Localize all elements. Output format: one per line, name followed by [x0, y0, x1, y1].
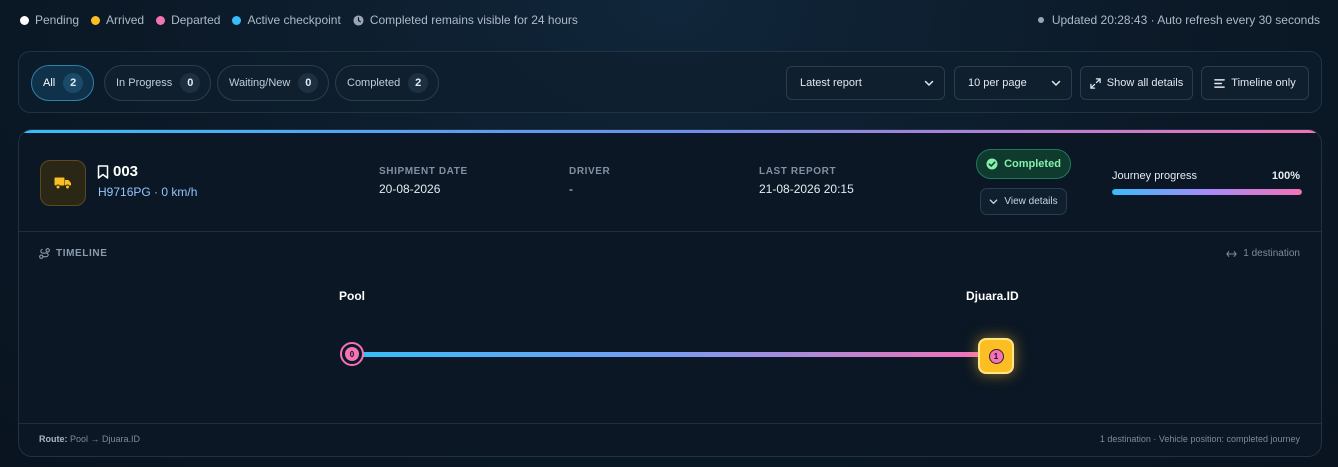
chevron-down-icon [990, 199, 998, 205]
vehicle-avatar [40, 160, 86, 206]
stop-label-destination: Djuara.ID [966, 289, 1019, 303]
shipment-date-value: 20-08-2026 [379, 182, 441, 196]
sort-select-value: Latest report [800, 77, 862, 89]
update-status: Updated 20:28:43 · Auto refresh every 30… [1037, 13, 1320, 27]
timeline-header: TIMELINE [39, 248, 107, 259]
journey-progress-bar [1112, 189, 1302, 195]
filter-tab-label: In Progress [116, 77, 173, 89]
vehicle-plate-speed: H9716PG · 0 km/h [98, 185, 198, 199]
per-page-select-value: 10 per page [968, 77, 1027, 89]
filter-tab-waiting-new[interactable]: Waiting/New 0 [217, 65, 330, 101]
journey-progress-percent: 100% [1271, 170, 1300, 182]
timeline-only-label: Timeline only [1231, 77, 1296, 89]
destination-count-text: 1 destination [1243, 248, 1300, 259]
update-dot-icon [1037, 17, 1044, 23]
legend-pending: Pending [20, 13, 79, 27]
vehicle-position-summary: 1 destination · Vehicle position: comple… [1099, 434, 1300, 444]
arrows-horizontal-icon [1226, 250, 1238, 257]
shipment-card: 003 H9716PG · 0 km/h SHIPMENT DATE 20-08… [18, 129, 1322, 457]
filter-bar: All 2 In Progress 0 Waiting/New 0 Comple… [18, 51, 1322, 113]
filter-tab-count: 2 [63, 73, 84, 93]
filter-tab-label: Waiting/New [229, 77, 291, 89]
last-report-value: 21-08-2026 20:15 [759, 182, 854, 196]
route-icon [39, 248, 50, 259]
stop-node-index: 0 [345, 347, 359, 361]
filter-tab-in-progress[interactable]: In Progress 0 [104, 65, 212, 101]
destination-count: 1 destination [1226, 248, 1300, 259]
card-divider [19, 231, 1321, 232]
check-circle-icon [986, 158, 998, 170]
legend-departed: Departed [156, 13, 220, 27]
driver-label: DRIVER [569, 166, 611, 177]
active-checkpoint-dot-icon [232, 15, 242, 25]
legend-note: Completed remains visible for 24 hours [353, 13, 578, 27]
bookmark-icon [97, 164, 109, 179]
chevron-down-icon [924, 80, 934, 87]
per-page-select[interactable]: 10 per page [954, 66, 1072, 100]
filter-tab-label: Completed [347, 77, 401, 89]
route-summary-value: Pool → Djuara.ID [70, 434, 141, 444]
shipment-date-label: SHIPMENT DATE [379, 166, 468, 177]
timeline-only-button[interactable]: Timeline only [1201, 66, 1309, 100]
clock-icon [353, 14, 364, 26]
stop-node-index: 1 [988, 348, 1004, 364]
show-all-details-label: Show all details [1106, 77, 1184, 89]
legend-label: Arrived [106, 13, 145, 27]
filter-tab-count: 0 [180, 73, 201, 93]
route-line [356, 352, 986, 357]
stop-label-origin: Pool [339, 289, 365, 303]
legend-label: Pending [35, 13, 80, 27]
timeline-title: TIMELINE [56, 248, 108, 259]
last-report-label: LAST REPORT [759, 166, 837, 177]
route-summary-label: Route: [39, 434, 68, 444]
stop-node-origin[interactable]: 0 [340, 342, 364, 366]
driver-value: - [569, 182, 573, 196]
filter-tab-all[interactable]: All 2 [31, 65, 95, 101]
filter-tab-count: 0 [298, 73, 319, 93]
chevron-down-icon [1051, 80, 1061, 87]
legend-arrived: Arrived [91, 13, 144, 27]
update-status-text: Updated 20:28:43 · Auto refresh every 30… [1051, 13, 1320, 27]
filter-tab-completed[interactable]: Completed 2 [335, 65, 440, 101]
filter-tab-count: 2 [408, 73, 429, 93]
expand-icon [1090, 77, 1101, 89]
card-footer-divider [19, 423, 1321, 424]
legend-label: Active checkpoint [247, 13, 341, 27]
legend-label: Departed [171, 13, 221, 27]
departed-dot-icon [156, 15, 166, 25]
truck-icon [54, 177, 71, 190]
list-icon [1214, 78, 1226, 88]
sort-select[interactable]: Latest report [786, 66, 945, 100]
vehicle-id: 003 [97, 163, 138, 180]
status-badge: Completed [976, 149, 1071, 179]
stop-node-destination[interactable]: 1 [978, 338, 1014, 374]
show-all-details-button[interactable]: Show all details [1080, 66, 1193, 100]
journey-progress-fill [1112, 189, 1302, 195]
arrived-dot-icon [91, 15, 101, 25]
status-text: Completed [1004, 158, 1061, 170]
legend-active-checkpoint: Active checkpoint [232, 13, 341, 27]
view-details-button[interactable]: View details [980, 188, 1067, 215]
route-summary: Route: Pool → Djuara.ID [39, 434, 140, 444]
filter-tab-label: All [43, 77, 56, 89]
vehicle-id-text: 003 [113, 163, 139, 180]
pending-dot-icon [20, 15, 29, 25]
journey-progress-label: Journey progress [1112, 170, 1197, 182]
card-accent-bar [19, 130, 1321, 133]
legend-bar: Pending Arrived Departed Active checkpoi… [20, 12, 1320, 28]
legend-note-text: Completed remains visible for 24 hours [369, 13, 578, 27]
view-details-label: View details [1004, 196, 1058, 207]
